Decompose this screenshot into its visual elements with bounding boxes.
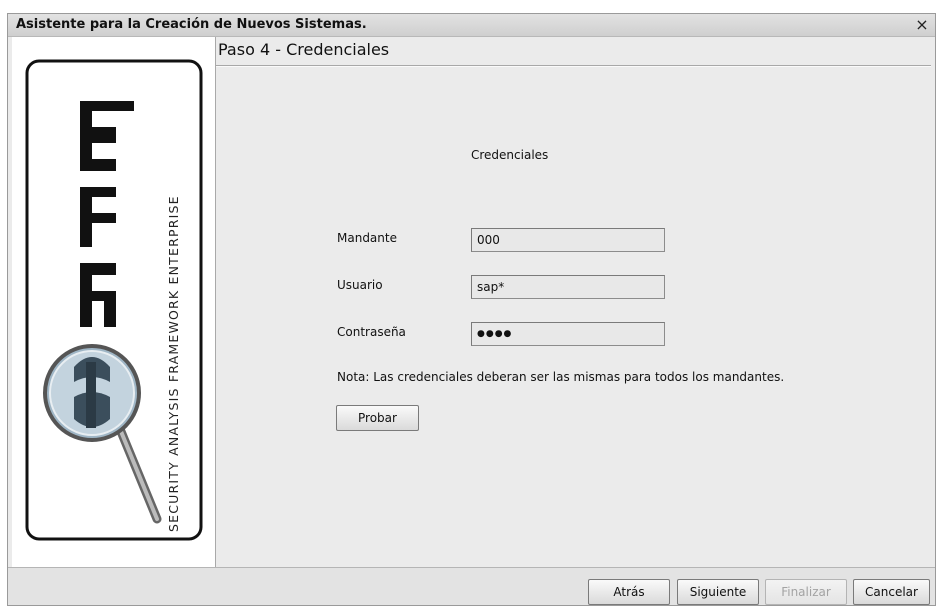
back-button[interactable]: Atrás bbox=[588, 579, 670, 605]
usuario-field[interactable]: sap* bbox=[471, 275, 665, 299]
password-field[interactable]: ●●●● bbox=[471, 322, 665, 346]
logo-tagline: SECURITY ANALYSIS FRAMEWORK ENTERPRISE bbox=[166, 195, 181, 532]
page-title: Paso 4 - Credenciales bbox=[218, 40, 390, 59]
content-panel: Paso 4 - Credenciales Credenciales Manda… bbox=[216, 37, 935, 567]
window-title: Asistente para la Creación de Nuevos Sis… bbox=[16, 17, 367, 32]
cancel-button[interactable]: Cancelar bbox=[853, 579, 930, 605]
safe-logo: SECURITY ANALYSIS FRAMEWORK ENTERPRISE bbox=[25, 59, 203, 541]
title-divider bbox=[216, 65, 931, 67]
password-label: Contraseña bbox=[337, 325, 406, 339]
note-text: Nota: Las credenciales deberan ser las m… bbox=[337, 370, 785, 384]
close-icon[interactable]: × bbox=[913, 16, 931, 34]
title-bar[interactable]: Asistente para la Creación de Nuevos Sis… bbox=[8, 14, 935, 37]
finish-button[interactable]: Finalizar bbox=[765, 579, 847, 605]
test-button[interactable]: Probar bbox=[336, 405, 419, 431]
mandante-field[interactable]: 000 bbox=[471, 228, 665, 252]
logo-panel: SECURITY ANALYSIS FRAMEWORK ENTERPRISE bbox=[12, 37, 216, 567]
next-button[interactable]: Siguiente bbox=[677, 579, 759, 605]
magnifier-logo-icon bbox=[43, 344, 162, 524]
wizard-window: Asistente para la Creación de Nuevos Sis… bbox=[7, 13, 936, 606]
usuario-label: Usuario bbox=[337, 278, 383, 292]
footer-bar: Atrás Siguiente Finalizar Cancelar bbox=[8, 567, 935, 605]
mandante-label: Mandante bbox=[337, 231, 397, 245]
section-label: Credenciales bbox=[471, 148, 549, 162]
